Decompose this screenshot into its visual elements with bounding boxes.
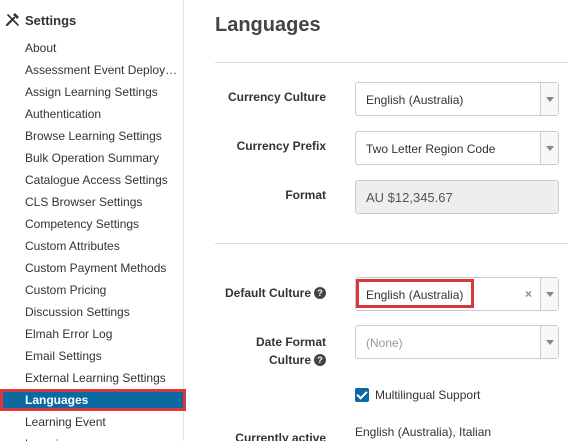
format-display: AU $12,345.67 <box>355 180 559 214</box>
date-format-culture-label: Date Format Culture? <box>256 333 326 369</box>
multilingual-support-label: Multilingual Support <box>375 388 481 402</box>
sidebar-item-assign-learning-settings[interactable]: Assign Learning Settings <box>0 81 184 103</box>
main-content: Languages Currency Culture English (Aust… <box>185 0 568 441</box>
multilingual-support-checkbox[interactable] <box>355 388 369 402</box>
sidebar-item-bulk-operation-summary[interactable]: Bulk Operation Summary <box>0 147 184 169</box>
sidebar-item-cls-browser-settings[interactable]: CLS Browser Settings <box>0 191 184 213</box>
wrench-icon <box>5 13 19 27</box>
currency-prefix-select[interactable]: Two Letter Region Code <box>355 131 559 165</box>
default-culture-highlight <box>356 279 474 308</box>
sidebar-item-custom-pricing[interactable]: Custom Pricing <box>0 279 184 301</box>
currency-culture-value: English (Australia) <box>366 93 464 107</box>
date-format-culture-dropdown-toggle[interactable] <box>540 326 558 358</box>
sidebar-item-discussion-settings[interactable]: Discussion Settings <box>0 301 184 323</box>
settings-sidebar: Settings About Assessment Event Deployme… <box>0 0 186 441</box>
currency-culture-label: Currency Culture <box>227 90 326 104</box>
currency-culture-select[interactable]: English (Australia) <box>355 82 559 116</box>
sidebar-item-email-settings[interactable]: Email Settings <box>0 345 184 367</box>
date-format-culture-label-line2-wrap: Culture? <box>256 351 326 369</box>
default-culture-label-text: Default Culture <box>224 286 311 300</box>
currency-prefix-dropdown-toggle[interactable] <box>540 132 558 164</box>
sidebar-item-languages[interactable]: Languages <box>0 389 186 411</box>
date-format-culture-label-line1: Date Format <box>255 335 326 349</box>
sidebar-item-catalogue-access-settings[interactable]: Catalogue Access Settings <box>0 169 184 191</box>
sidebar-item-browse-learning-settings[interactable]: Browse Learning Settings <box>0 125 184 147</box>
section-divider <box>215 243 568 244</box>
title-divider <box>215 62 568 63</box>
sidebar-item-authentication[interactable]: Authentication <box>0 103 184 125</box>
sidebar-header: Settings <box>5 10 76 30</box>
help-icon[interactable]: ? <box>314 287 326 299</box>
chevron-down-icon <box>546 340 554 345</box>
sidebar-item-elmah-error-log[interactable]: Elmah Error Log <box>0 323 184 345</box>
default-culture-dropdown-toggle[interactable] <box>540 278 558 310</box>
chevron-down-icon <box>546 292 554 297</box>
multilingual-support-row[interactable]: Multilingual Support <box>355 388 480 402</box>
sidebar-item-about[interactable]: About <box>0 37 184 59</box>
currency-prefix-label: Currency Prefix <box>236 139 326 153</box>
date-format-culture-select[interactable]: (None) <box>355 325 559 359</box>
date-format-culture-label-line2: Culture <box>269 353 311 367</box>
sidebar-item-learning-event[interactable]: Learning Event <box>0 411 184 433</box>
date-format-culture-placeholder: (None) <box>366 336 403 350</box>
help-icon[interactable]: ? <box>314 354 326 366</box>
format-label: Format <box>285 188 326 202</box>
page-title: Languages <box>215 14 321 36</box>
chevron-down-icon <box>546 146 554 151</box>
sidebar-item-custom-payment-methods[interactable]: Custom Payment Methods <box>0 257 184 279</box>
sidebar-item-custom-attributes[interactable]: Custom Attributes <box>0 235 184 257</box>
format-value: AU $12,345.67 <box>366 190 453 205</box>
currency-prefix-value: Two Letter Region Code <box>366 142 496 156</box>
sidebar-list: About Assessment Event Deployment Settin… <box>0 37 186 441</box>
currently-active-label: Currently active <box>235 431 326 441</box>
currently-active-value: English (Australia), Italian <box>355 425 492 439</box>
sidebar-item-external-learning-settings[interactable]: External Learning Settings <box>0 367 184 389</box>
sidebar-item-assessment-event-deployment[interactable]: Assessment Event Deployment Settings <box>0 59 184 81</box>
clear-icon[interactable]: × <box>525 287 532 301</box>
sidebar-item-partial[interactable]: Learning... <box>0 433 184 441</box>
sidebar-title: Settings <box>25 12 77 28</box>
sidebar-item-competency-settings[interactable]: Competency Settings <box>0 213 184 235</box>
currency-culture-dropdown-toggle[interactable] <box>540 83 558 115</box>
default-culture-label: Default Culture? <box>225 286 326 300</box>
sidebar-item-languages-label: Languages <box>25 393 89 407</box>
chevron-down-icon <box>546 97 554 102</box>
